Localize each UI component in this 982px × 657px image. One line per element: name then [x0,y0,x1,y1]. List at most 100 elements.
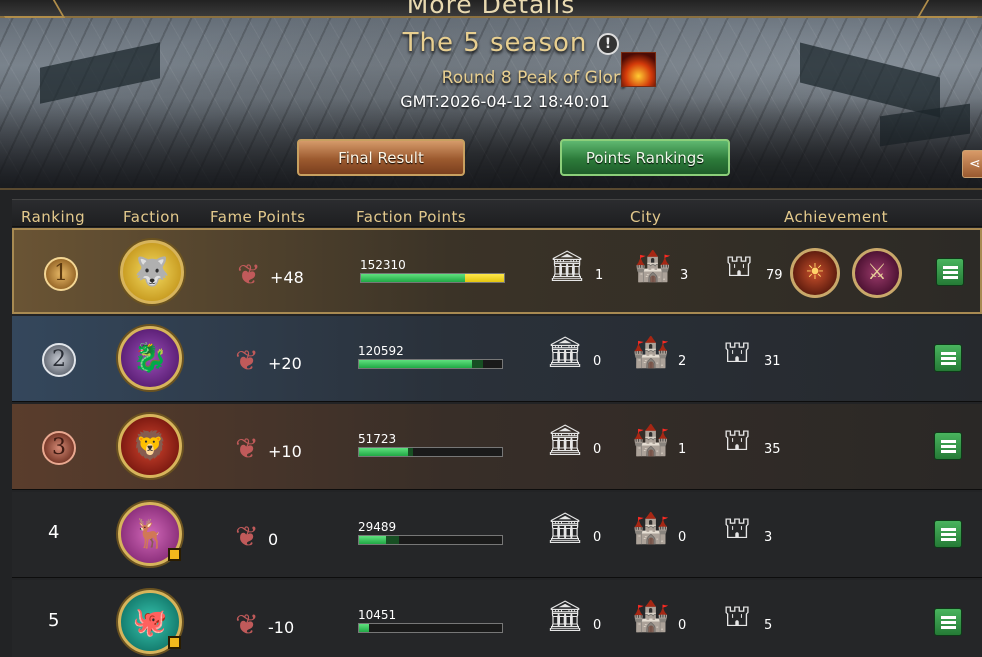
targaryen-dragon-icon[interactable]: 🐉 [118,326,182,390]
fame-leaf-icon: ❦ [235,432,259,465]
baratheon-stag-icon[interactable]: 🦌 [118,502,182,566]
city-count-fortress: 0 [678,530,687,545]
city-count-gate: 3 [764,530,773,545]
faction-tag-icon [168,548,181,561]
faction-points-bar [358,447,503,457]
city-count-castle: 0 [593,530,602,545]
gate-icon: ⛫ [723,599,751,634]
fame-value: +20 [268,354,302,373]
col-faction-points: Faction Points [356,208,467,226]
stark-wolf-icon[interactable]: 🐺 [120,240,184,304]
faction-points-fill [359,536,387,544]
points-rankings-button[interactable]: Points Rankings [560,139,730,176]
fortress-icon: 🏰 [632,511,670,546]
bronze-medal-icon: 3 [34,428,84,468]
faction-tag-icon [168,636,181,649]
faction-points-value: 10451 [358,608,397,622]
fortress-icon: 🏰 [634,249,672,284]
share-button[interactable]: ⋖ [962,150,982,178]
details-list-button[interactable] [936,258,964,286]
faction-points-segment [471,360,484,368]
battle-scene [0,98,982,188]
fame-value: +48 [270,268,304,287]
info-icon[interactable]: ! [597,33,619,55]
fame-leaf-icon: ❦ [235,608,259,641]
share-icon: ⋖ [969,156,981,172]
faction-points-bar [358,359,503,369]
city-count-castle: 0 [593,442,602,457]
col-ranking: Ranking [21,208,86,226]
table-header: Ranking Faction Fame Points Faction Poin… [12,199,982,227]
castle-icon: 🏛 [545,335,585,370]
castle-icon: 🏛 [545,423,585,458]
city-count-castle: 1 [595,268,604,283]
details-list-button[interactable] [934,344,962,372]
banner-flag [40,42,160,104]
rank-number: 5 [48,610,60,631]
castle-icon: 🏛 [547,249,587,284]
gate-icon: ⛫ [725,249,753,284]
fame-leaf-icon: ❦ [235,520,259,553]
faction-points-segment [386,536,400,544]
fame-value: -10 [268,618,295,637]
greyjoy-kraken-icon[interactable]: 🐙 [118,590,182,654]
faction-points-value: 51723 [358,432,397,446]
gate-icon: ⛫ [723,511,751,546]
achievement-crest-icon[interactable]: ☀ [790,248,840,298]
castle-icon: 🏛 [545,599,585,634]
city-count-castle: 0 [593,354,602,369]
col-achievement: Achievement [784,208,888,226]
city-count-castle: 0 [593,618,602,633]
achievement-shield-icon[interactable]: ⚔ [852,248,902,298]
fame-value: 0 [268,530,279,549]
fame-leaf-icon: ❦ [235,344,259,377]
gmt-timestamp: GMT:2026-04-12 18:40:01 [400,92,610,111]
table-row[interactable]: 2 🐉 ❦ +20 120592 🏛 0 🏰 2 ⛫ 31 [12,316,982,402]
faction-points-segment [407,448,414,456]
faction-points-bar [358,623,503,633]
details-list-button[interactable] [934,608,962,636]
fortress-icon: 🏰 [632,423,670,458]
city-count-fortress: 2 [678,354,687,369]
city-count-gate: 5 [764,618,773,633]
fortress-icon: 🏰 [632,599,670,634]
faction-points-highlight [465,274,504,282]
city-count-gate: 31 [764,354,781,369]
table-row[interactable]: 4 🦌 ❦ 0 29489 🏛 0 🏰 0 ⛫ 3 [12,492,982,578]
details-list-button[interactable] [934,520,962,548]
fame-leaf-icon: ❦ [237,258,261,291]
city-count-fortress: 1 [678,442,687,457]
faction-points-fill [359,448,408,456]
city-count-fortress: 0 [678,618,687,633]
table-row[interactable]: 5 🐙 ❦ -10 10451 🏛 0 🏰 0 ⛫ 5 [12,580,982,657]
col-fame-points: Fame Points [210,208,306,226]
faction-points-fill [359,360,472,368]
fame-value: +10 [268,442,302,461]
table-row[interactable]: 3 🦁 ❦ +10 51723 🏛 0 🏰 1 ⛫ 35 [12,404,982,490]
col-city: City [630,208,662,226]
faction-points-fill [361,274,470,282]
page-title: More Details [406,0,576,19]
city-count-gate: 35 [764,442,781,457]
gold-medal-icon: 1 [36,254,86,294]
city-count-fortress: 3 [680,268,689,283]
col-faction: Faction [123,208,180,226]
details-list-button[interactable] [934,432,962,460]
final-result-button[interactable]: Final Result [297,139,465,176]
rank-number: 4 [48,522,60,543]
gate-icon: ⛫ [723,335,751,370]
faction-points-bar [358,535,503,545]
faction-points-value: 29489 [358,520,397,534]
round-label: Round 8 Peak of Glory [441,68,630,88]
gate-icon: ⛫ [723,423,751,458]
lannister-lion-icon[interactable]: 🦁 [118,414,182,478]
faction-points-value: 120592 [358,344,404,358]
faction-points-value: 152310 [360,258,406,272]
fortress-icon: 🏰 [632,335,670,370]
table-row[interactable]: 1 🐺 ❦ +48 152310 🏛 1 🏰 3 ⛫ 79 ☀ ⚔ [12,228,982,314]
faction-points-fill [359,624,369,632]
round-flame-icon [621,52,656,87]
city-count-gate: 79 [766,268,783,283]
faction-points-bar [360,273,505,283]
silver-medal-icon: 2 [34,340,84,380]
